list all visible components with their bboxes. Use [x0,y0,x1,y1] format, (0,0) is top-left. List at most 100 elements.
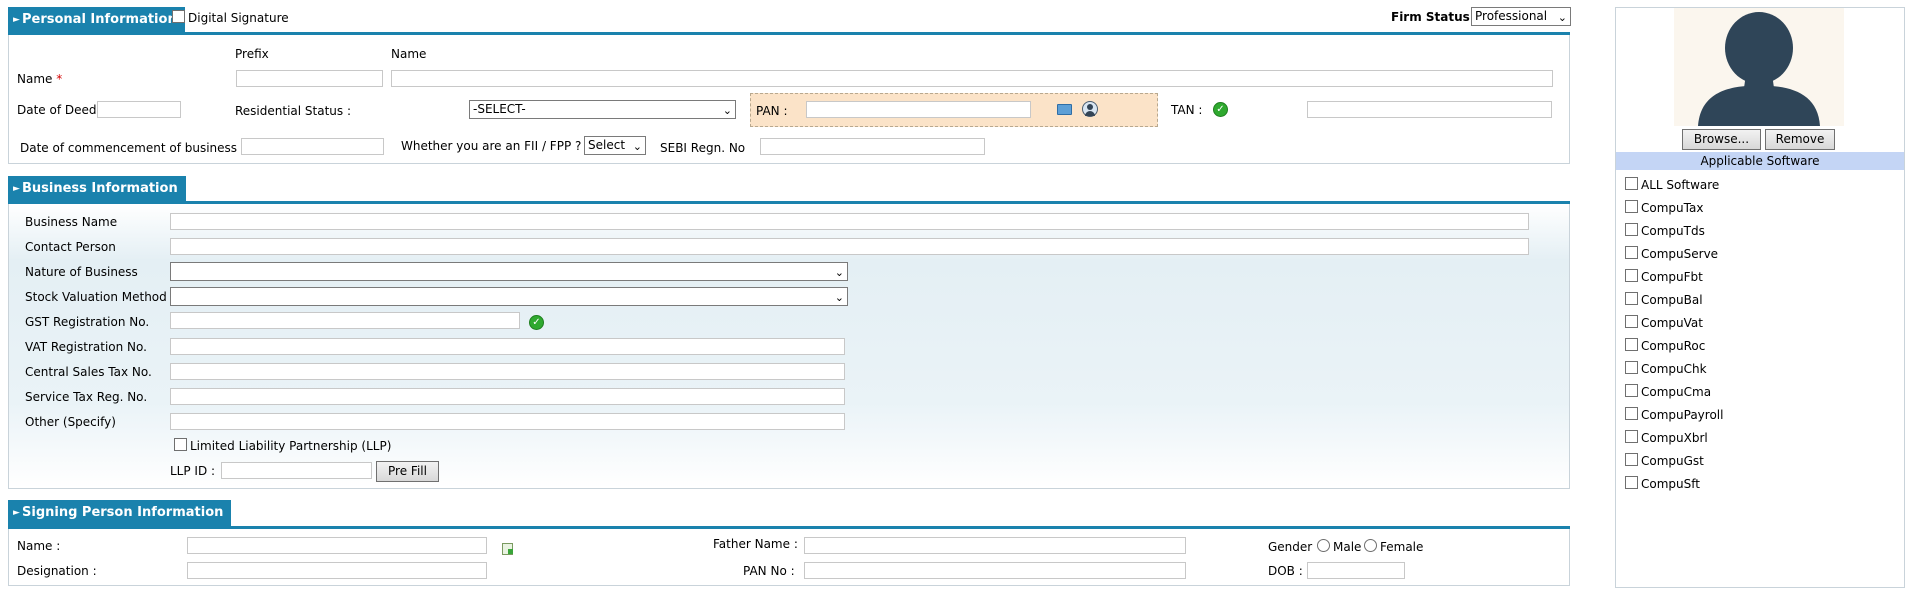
gst-registration-input[interactable] [170,312,520,329]
software-checkbox[interactable] [1625,200,1638,213]
gst-verified-icon: ✓ [529,315,544,330]
software-checkbox[interactable] [1625,384,1638,397]
fii-fpp-value: Select [588,138,626,152]
software-checkbox[interactable] [1625,292,1638,305]
llp-checkbox[interactable] [174,438,187,451]
avatar-shoulders-shape [1698,86,1820,126]
central-sales-tax-input[interactable] [170,363,845,380]
tan-verified-icon: ✓ [1213,102,1228,117]
expand-arrow-icon: ► [13,184,20,194]
software-item-compusft[interactable]: CompuSft [1625,476,1700,492]
software-item-compubal[interactable]: CompuBal [1625,292,1703,308]
signing-pan-input[interactable] [804,562,1186,579]
firm-status-label: Firm Status [1391,10,1470,24]
residential-status-value: -SELECT- [473,102,526,116]
dob-input[interactable] [1307,562,1405,579]
contact-person-label: Contact Person [25,240,116,254]
signing-name-label: Name : [17,539,61,553]
contact-card-icon[interactable] [502,543,513,555]
chevron-down-icon: ⌄ [632,140,642,153]
software-item-compugst[interactable]: CompuGst [1625,453,1704,469]
software-label: CompuVat [1641,316,1703,330]
sebi-regn-input[interactable] [760,138,985,155]
software-label: CompuSft [1641,477,1700,491]
software-label: CompuCma [1641,385,1712,399]
software-item-compuvat[interactable]: CompuVat [1625,315,1703,331]
pre-fill-button[interactable]: Pre Fill [376,461,439,482]
pan-input[interactable] [806,101,1031,118]
signing-section-rule [8,526,1570,529]
chevron-down-icon: ⌄ [834,266,844,279]
fii-fpp-label: Whether you are an FII / FPP ? [401,139,582,153]
id-card-icon[interactable] [1057,104,1072,115]
personal-information-tab[interactable]: ► Personal Information [8,7,185,33]
software-label: CompuXbrl [1641,431,1708,445]
father-name-input[interactable] [804,537,1186,554]
signing-name-input[interactable] [187,537,487,554]
software-item-compucma[interactable]: CompuCma [1625,384,1711,400]
business-name-input[interactable] [170,213,1529,230]
software-item-all[interactable]: ALL Software [1625,177,1719,193]
firm-status-value: Professional [1475,9,1548,23]
digital-signature-checkbox[interactable] [172,10,185,23]
date-of-deed-label: Date of Deed [17,103,97,117]
male-radio[interactable] [1317,539,1330,552]
commencement-date-input[interactable] [241,138,384,155]
personal-section-rule [8,32,1570,35]
vat-registration-input[interactable] [170,338,845,355]
female-radio[interactable] [1364,539,1377,552]
service-tax-input[interactable] [170,388,845,405]
gst-registration-label: GST Registration No. [25,315,150,329]
user-verify-icon[interactable] [1082,101,1098,117]
residential-status-label: Residential Status : [235,104,352,118]
software-checkbox[interactable] [1625,338,1638,351]
date-of-deed-input[interactable] [97,101,181,118]
software-checkbox[interactable] [1625,223,1638,236]
pan-label: PAN : [756,104,788,118]
expand-arrow-icon: ► [13,15,20,25]
software-checkbox[interactable] [1625,269,1638,282]
designation-input[interactable] [187,562,487,579]
software-item-compuchk[interactable]: CompuChk [1625,361,1707,377]
central-sales-tax-label: Central Sales Tax No. [25,365,152,379]
llp-id-input[interactable] [221,462,372,479]
software-item-computds[interactable]: CompuTds [1625,223,1705,239]
software-item-compuserve[interactable]: CompuServe [1625,246,1718,262]
fii-fpp-select[interactable]: Select ⌄ [584,136,646,155]
software-checkbox[interactable] [1625,430,1638,443]
business-information-tab[interactable]: ► Business Information [8,176,186,202]
designation-label: Designation : [17,564,97,578]
remove-button[interactable]: Remove [1765,129,1835,150]
software-checkbox[interactable] [1625,476,1638,489]
browse-button[interactable]: Browse... [1682,129,1761,150]
avatar-neck-shape [1744,74,1774,88]
tan-input[interactable] [1307,101,1552,118]
name-input[interactable] [391,70,1553,87]
software-checkbox[interactable] [1625,315,1638,328]
user-head-shape [1087,104,1093,110]
software-checkbox[interactable] [1625,177,1638,190]
software-item-compuxbrl[interactable]: CompuXbrl [1625,430,1708,446]
dob-label: DOB : [1268,564,1303,578]
residential-status-select[interactable]: -SELECT- ⌄ [469,100,736,119]
software-label: CompuServe [1641,247,1719,261]
software-checkbox[interactable] [1625,246,1638,259]
software-label: CompuRoc [1641,339,1706,353]
stock-valuation-select[interactable]: ⌄ [170,287,848,306]
firm-status-select[interactable]: Professional ⌄ [1471,7,1571,26]
prefix-input[interactable] [236,70,383,87]
software-item-compupayroll[interactable]: CompuPayroll [1625,407,1723,423]
software-item-compufbt[interactable]: CompuFbt [1625,269,1703,285]
nature-of-business-select[interactable]: ⌄ [170,262,848,281]
software-checkbox[interactable] [1625,407,1638,420]
software-item-compuroc[interactable]: CompuRoc [1625,338,1705,354]
software-checkbox[interactable] [1625,361,1638,374]
vat-registration-label: VAT Registration No. [25,340,147,354]
signing-person-tab[interactable]: ► Signing Person Information [8,500,232,526]
software-item-computax[interactable]: CompuTax [1625,200,1703,216]
name-label: Name * [17,71,62,87]
other-specify-input[interactable] [170,413,845,430]
father-name-label: Father Name : [713,537,798,551]
software-checkbox[interactable] [1625,453,1638,466]
contact-person-input[interactable] [170,238,1529,255]
